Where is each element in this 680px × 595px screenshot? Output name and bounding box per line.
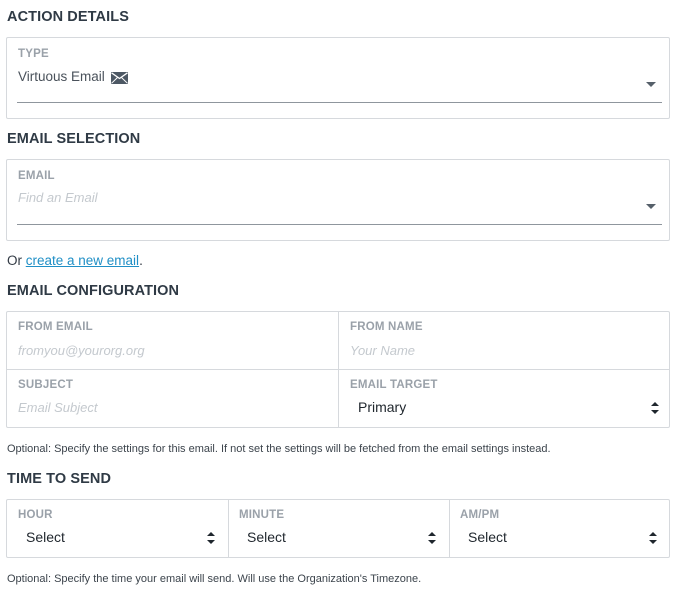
from-name-input[interactable]: Your Name [350,343,660,361]
email-target-label: EMAIL TARGET [350,379,438,391]
type-label: TYPE [18,48,49,60]
from-email-label: FROM EMAIL [18,321,93,333]
select-arrows-icon [207,532,215,544]
time-to-send-heading: TIME TO SEND [7,471,112,487]
hour-label: HOUR [18,509,53,521]
select-arrows-icon [651,402,659,414]
chevron-down-icon [646,82,656,87]
ampm-label: AM/PM [460,509,500,521]
from-email-cell: FROM EMAIL fromyou@yourorg.org [7,312,339,370]
select-arrows-icon [649,532,657,544]
ampm-select[interactable]: Select [459,526,661,550]
create-email-line: Or create a new email. [7,253,143,268]
hour-cell: HOUR Select [7,500,229,557]
chevron-down-icon [646,204,656,209]
email-target-select[interactable]: Primary [349,396,661,420]
email-placeholder: Find an Email [18,190,98,205]
subject-label: SUBJECT [18,379,74,391]
ampm-value: Select [468,529,507,545]
email-configuration-heading: EMAIL CONFIGURATION [7,283,180,299]
action-type-panel: TYPE Virtuous Email [6,37,670,119]
minute-select[interactable]: Select [238,526,440,550]
select-arrows-icon [428,532,436,544]
email-configuration-panel: FROM EMAIL fromyou@yourorg.org FROM NAME… [6,311,670,428]
type-value: Virtuous Email [18,69,105,84]
or-prefix: Or [7,253,26,268]
email-label: EMAIL [18,170,55,182]
type-underline [17,102,662,103]
from-name-cell: FROM NAME Your Name [339,312,669,370]
or-suffix: . [139,253,143,268]
time-to-send-panel: HOUR Select MINUTE Select AM/PM Select [6,499,670,558]
email-underline [17,224,662,225]
ampm-cell: AM/PM Select [450,500,669,557]
action-details-heading: ACTION DETAILS [7,9,129,25]
time-to-send-help: Optional: Specify the time your email wi… [7,573,422,585]
from-email-input[interactable]: fromyou@yourorg.org [18,343,328,361]
subject-input[interactable]: Email Subject [18,400,328,418]
minute-cell: MINUTE Select [229,500,450,557]
email-selection-panel: EMAIL Find an Email [6,159,670,241]
hour-value: Select [26,529,65,545]
subject-cell: SUBJECT Email Subject [7,370,339,427]
email-selection-heading: EMAIL SELECTION [7,131,141,147]
hour-select[interactable]: Select [17,526,219,550]
email-target-value: Primary [358,399,407,415]
email-target-cell: EMAIL TARGET Primary [339,370,669,427]
email-search-select[interactable]: Find an Email [17,186,662,226]
from-name-label: FROM NAME [350,321,423,333]
minute-value: Select [247,529,286,545]
email-configuration-help: Optional: Specify the settings for this … [7,443,551,455]
type-select[interactable]: Virtuous Email [17,64,662,104]
minute-label: MINUTE [239,509,285,521]
create-new-email-link[interactable]: create a new email [26,253,139,268]
envelope-icon [111,71,128,89]
